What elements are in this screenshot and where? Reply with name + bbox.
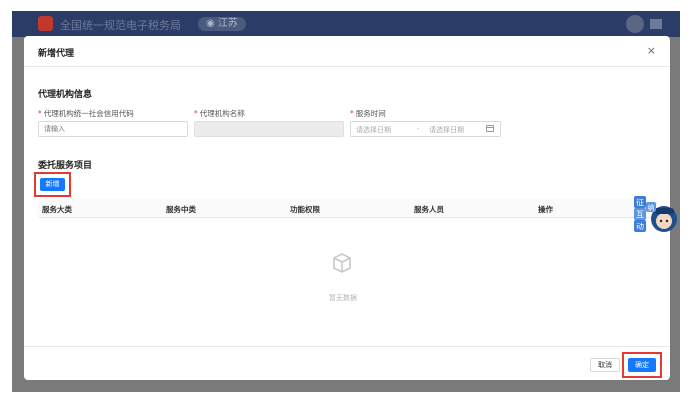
close-icon[interactable]: × (647, 44, 656, 57)
end-date-placeholder: 请选择日期 (429, 126, 464, 134)
location-icon: ◉ (206, 18, 215, 29)
region-selector[interactable]: ◉ 江苏 (198, 17, 246, 31)
menu-icon[interactable] (650, 19, 662, 29)
app-title: 全国统一规范电子税务局 (60, 19, 181, 32)
agency-name-label: * 代理机构名称 (194, 109, 245, 118)
region-label: 江苏 (217, 18, 238, 29)
confirm-button[interactable]: 确定 (628, 358, 656, 372)
app-header: 全国统一规范电子税务局 ◉ 江苏 (12, 11, 680, 37)
agency-name-input (194, 121, 344, 137)
service-time-label: * 服务时间 (350, 109, 386, 118)
add-agent-dialog: 新增代理 × 代理机构信息 *代理机构统一社会信用代码 *代理机构名称 *服务时… (24, 36, 670, 380)
empty-state-text: 暂无数据 (329, 294, 357, 302)
service-table-header: 服务大类 服务中类 功能权限 服务人员 操作 (38, 199, 656, 218)
tax-emblem-icon (38, 16, 53, 31)
add-service-button[interactable]: 新增 (40, 178, 65, 191)
mascot-char: 动 (636, 221, 644, 231)
start-date-placeholder: 请选择日期 (356, 126, 391, 134)
service-time-range-picker[interactable]: 请选择日期 - 请选择日期 (350, 121, 501, 137)
mascot-char: 互 (636, 210, 644, 219)
credit-code-input[interactable] (38, 121, 188, 137)
col-actions: 操作 (538, 205, 553, 214)
dialog-header: 新增代理 × (24, 36, 670, 67)
dialog-title: 新增代理 (38, 49, 75, 59)
mascot-char: 征 (636, 197, 644, 207)
empty-box-icon (333, 253, 351, 273)
col-service-subcategory: 服务中类 (166, 205, 196, 214)
required-mark: * (194, 109, 198, 118)
col-permissions: 功能权限 (290, 205, 320, 214)
col-service-category: 服务大类 (42, 205, 72, 214)
credit-code-label: * 代理机构统一社会信用代码 (38, 109, 134, 118)
col-service-staff: 服务人员 (414, 205, 444, 214)
calendar-icon (486, 125, 494, 132)
avatar-icon[interactable] (626, 15, 644, 33)
dialog-footer: 取消 确定 (24, 346, 670, 380)
required-mark: * (38, 109, 42, 118)
required-mark: * (350, 109, 354, 118)
date-separator: - (417, 125, 420, 133)
mascot-char: 纳 (648, 203, 655, 212)
agency-section-title: 代理机构信息 (38, 90, 93, 100)
service-section-title: 委托服务项目 (38, 161, 93, 171)
cancel-button[interactable]: 取消 (590, 358, 620, 372)
assistant-mascot-icon[interactable]: 征 纳 互 动 (632, 194, 680, 242)
